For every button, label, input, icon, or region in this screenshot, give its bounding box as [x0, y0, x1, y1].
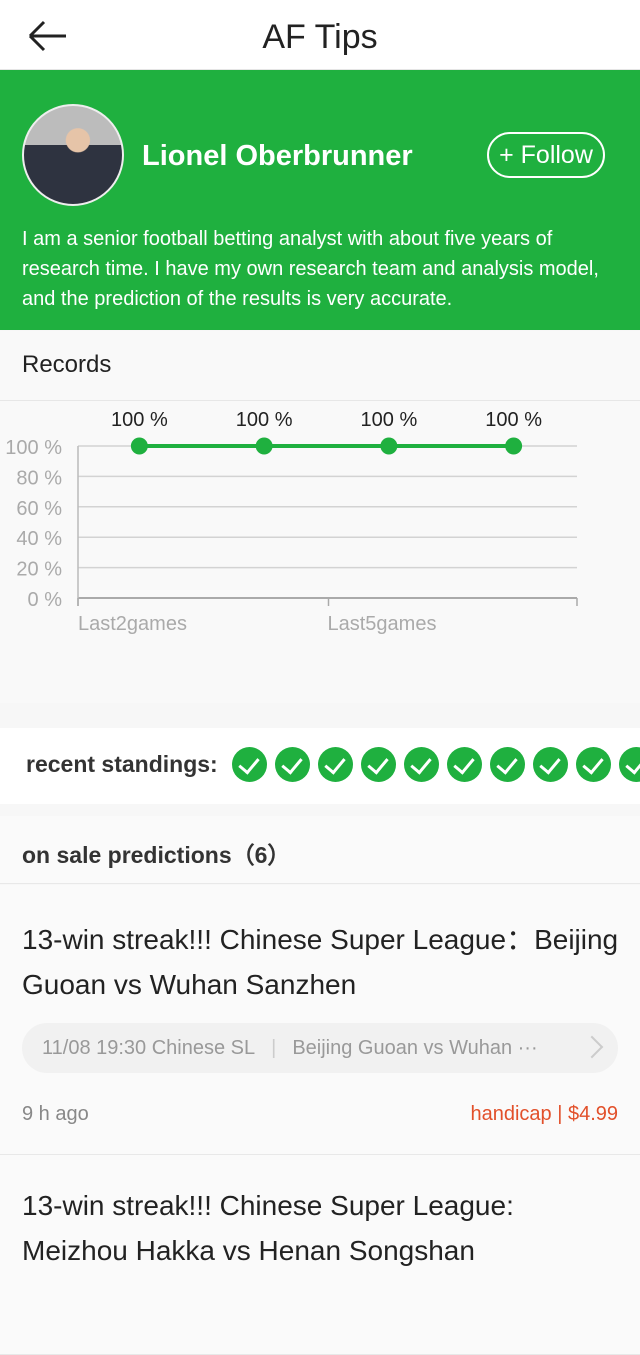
match-teams: Beijing Guoan vs Wuhan ···: [292, 1037, 538, 1059]
y-tick-label: 100 %: [5, 437, 62, 459]
data-label: 100 %: [111, 409, 168, 431]
y-tick-label: 40 %: [16, 528, 62, 550]
on-sale-header: on sale predictions（6）: [0, 816, 640, 884]
follow-button[interactable]: + Follow: [487, 132, 605, 178]
posted-time: 9 h ago: [22, 1103, 89, 1125]
data-point: [130, 437, 148, 455]
data-label: 100 %: [485, 409, 542, 431]
check-circle-icon: [318, 747, 353, 782]
analyst-bio: I am a senior football betting analyst w…: [22, 228, 599, 310]
data-label: 100 %: [236, 409, 293, 431]
x-tick-label: Last5games: [328, 613, 437, 635]
avatar[interactable]: [22, 104, 124, 206]
data-point: [505, 437, 523, 455]
records-title: Records: [22, 351, 112, 378]
separator: |: [271, 1037, 277, 1059]
on-sale-label: on sale predictions（6）: [22, 842, 291, 868]
standings-results: [232, 747, 640, 782]
check-circle-icon: [576, 747, 611, 782]
check-circle-icon: [361, 747, 396, 782]
data-point: [380, 437, 398, 455]
nav-bar: AF Tips: [0, 0, 640, 70]
check-circle-icon: [447, 747, 482, 782]
profile-header: Lionel Oberbrunner + Follow I am a senio…: [0, 70, 640, 330]
y-tick-label: 20 %: [16, 559, 62, 581]
check-circle-icon: [275, 747, 310, 782]
check-circle-icon: [404, 747, 439, 782]
prediction-card[interactable]: 13-win streak!!! Chinese Super League: M…: [0, 1155, 640, 1355]
y-tick-label: 60 %: [16, 498, 62, 520]
chevron-right-icon: [580, 1035, 604, 1059]
prediction-title: 13-win streak!!! Chinese Super League：Be…: [22, 924, 619, 1000]
prediction-title: 13-win streak!!! Chinese Super League: M…: [22, 1190, 514, 1266]
data-point: [255, 437, 273, 455]
check-circle-icon: [619, 747, 640, 782]
x-tick-label: Last2games: [78, 613, 187, 635]
recent-standings: recent standings:: [0, 728, 640, 804]
check-circle-icon: [232, 747, 267, 782]
y-tick-label: 0 %: [28, 589, 63, 611]
page-title: AF Tips: [262, 18, 378, 56]
check-circle-icon: [533, 747, 568, 782]
y-tick-label: 80 %: [16, 467, 62, 489]
match-link[interactable]: 11/08 19:30 Chinese SL | Beijing Guoan vs …: [22, 1023, 618, 1073]
records-chart: 0 % 20 % 40 % 60 % 80 % 100 % Last2games Last5g…: [5, 409, 578, 635]
data-label: 100 %: [361, 409, 418, 431]
standings-label: recent standings:: [26, 751, 218, 777]
analyst-name: Lionel Oberbrunner: [142, 140, 413, 172]
prediction-card[interactable]: 13-win streak!!! Chinese Super League：Be…: [0, 885, 640, 1155]
check-circle-icon: [490, 747, 525, 782]
price-label: handicap | $4.99: [470, 1103, 618, 1125]
records-section: Records 0 % 20 % 40 % 60 % 80 % 100 % Last2gam…: [0, 331, 640, 703]
match-time: 11/08 19:30 Chinese SL: [42, 1037, 256, 1059]
